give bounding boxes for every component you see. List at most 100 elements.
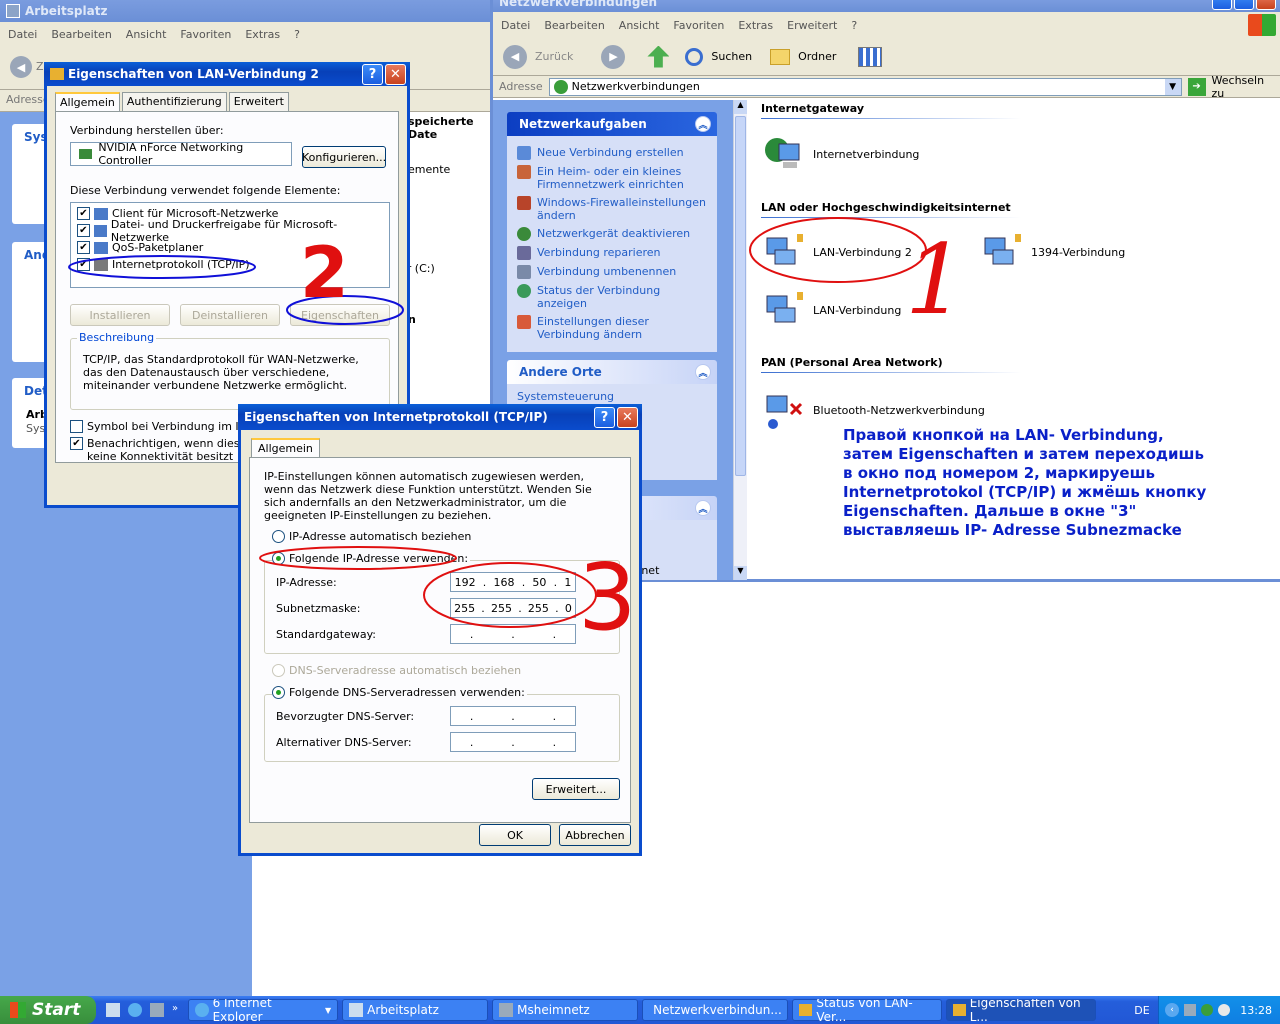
radio[interactable] [272, 530, 285, 543]
menu-help[interactable]: ? [851, 19, 857, 32]
task-disable-device[interactable]: Netzwerkgerät deaktivieren [517, 227, 709, 241]
search-button[interactable]: Suchen [711, 50, 752, 63]
scroll-up-icon[interactable]: ▲ [734, 100, 747, 114]
task-rename[interactable]: Verbindung umbenennen [517, 265, 709, 279]
panel-other-places-header[interactable]: Andere Orte ︽ [507, 360, 717, 384]
menu-ansicht[interactable]: Ansicht [126, 28, 167, 41]
scroll-thumb[interactable] [735, 116, 746, 476]
cancel-button[interactable]: Abbrechen [559, 824, 631, 846]
back-button[interactable]: Zurück [535, 50, 573, 63]
ie-icon[interactable] [128, 1003, 142, 1017]
tab-allgemein[interactable]: Allgemein [251, 438, 320, 457]
forward-arrow-icon[interactable]: ▶ [601, 44, 626, 69]
configure-button[interactable]: Konfigurieren... [302, 146, 386, 168]
radio[interactable] [272, 664, 285, 677]
close-icon[interactable]: ✕ [385, 63, 406, 85]
task-eigenschaften[interactable]: Eigenschaften von L... [946, 999, 1097, 1021]
place-link[interactable]: Systemsteuerung [517, 390, 614, 403]
lan-dialog-titlebar[interactable]: Eigenschaften von LAN-Verbindung 2 ? ✕ [44, 62, 410, 86]
task-status[interactable]: Status der Verbindung anzeigen [517, 284, 709, 310]
back-arrow-icon[interactable]: ◀ [10, 56, 32, 78]
task-status-lan[interactable]: Status von LAN-Ver... [792, 999, 943, 1021]
checkbox[interactable]: ✔ [77, 224, 90, 237]
tcpip-dialog-titlebar[interactable]: Eigenschaften von Internetprotokoll (TCP… [238, 404, 642, 430]
radio[interactable] [272, 686, 285, 699]
language-indicator[interactable]: DE [1126, 1004, 1158, 1017]
tab-authentifizierung[interactable]: Authentifizierung [121, 92, 227, 111]
maximize-icon[interactable] [1234, 0, 1254, 10]
netzwerk-titlebar[interactable]: Netzwerkverbindungen [493, 0, 1280, 12]
folder-up-icon[interactable] [647, 45, 670, 68]
auto-dns-option[interactable]: DNS-Serveradresse automatisch beziehen [272, 664, 521, 677]
menu-help[interactable]: ? [294, 28, 300, 41]
collapse-icon[interactable]: ︽ [695, 500, 711, 516]
task-new-connection[interactable]: Neue Verbindung erstellen [517, 146, 709, 160]
manual-dns-option[interactable]: Folgende DNS-Serveradressen verwenden: [272, 686, 527, 699]
menu-extras[interactable]: Extras [245, 28, 280, 41]
tab-erweitert[interactable]: Erweitert [228, 92, 289, 111]
search-icon[interactable] [685, 47, 704, 66]
preferred-dns-input[interactable]: ... [450, 706, 576, 726]
collapse-icon[interactable]: ︽ [695, 116, 711, 132]
go-button[interactable]: Wechseln zu [1212, 74, 1280, 100]
auto-ip-option[interactable]: IP-Adresse automatisch beziehen [272, 530, 471, 543]
views-icon[interactable] [858, 46, 883, 67]
checkbox[interactable]: ✔ [70, 437, 83, 450]
taskpane-scrollbar[interactable]: ▲ ▼ [733, 100, 747, 580]
menu-bearbeiten[interactable]: Bearbeiten [51, 28, 111, 41]
address-input[interactable]: Netzwerkverbindungen ▼ [548, 77, 1182, 96]
subnet-mask-input[interactable]: 255. 255. 255. 0 [450, 598, 576, 618]
advanced-button[interactable]: Erweitert... [532, 778, 620, 800]
install-button[interactable]: Installieren [70, 304, 170, 326]
task-netzwerkverbindungen[interactable]: Netzwerkverbindun... [642, 999, 789, 1021]
minimize-icon[interactable] [1212, 0, 1232, 10]
help-icon[interactable]: ? [594, 406, 615, 428]
item-bluetooth[interactable]: Bluetooth-Netzwerkverbindung [763, 390, 985, 430]
menu-favoriten[interactable]: Favoriten [180, 28, 231, 41]
back-arrow-icon[interactable]: ◀ [503, 44, 527, 69]
item-internet-connection[interactable]: Internetverbindung [763, 134, 919, 174]
tab-allgemein[interactable]: Allgemein [55, 92, 120, 111]
close-icon[interactable]: ✕ [617, 406, 638, 428]
chevron-left-icon[interactable]: ‹ [1165, 1003, 1179, 1017]
folder-icon[interactable] [770, 48, 791, 65]
start-button[interactable]: Start [0, 996, 96, 1024]
task-msheimnetz[interactable]: Msheimnetz [492, 999, 639, 1021]
notify-option[interactable]: ✔ Benachrichtigen, wenn diese Ve keine Kon… [70, 437, 263, 463]
desktop-icon[interactable] [106, 1003, 120, 1017]
task-arbeitsplatz[interactable]: Arbeitsplatz [342, 999, 489, 1021]
ok-button[interactable]: OK [479, 824, 551, 846]
task-internet-explorer[interactable]: 6 Internet Explorer ▼ [188, 999, 339, 1021]
help-icon[interactable]: ? [362, 63, 383, 85]
network-icon[interactable] [150, 1003, 164, 1017]
collapse-icon[interactable]: ︽ [695, 364, 711, 380]
network-tray-icon[interactable] [1184, 1004, 1196, 1016]
task-firewall[interactable]: Windows-Firewalleinstellungen ändern [517, 196, 709, 222]
item-lan-verbindung-2[interactable]: LAN-Verbindung 2 [763, 232, 912, 272]
menu-favoriten[interactable]: Favoriten [673, 19, 724, 32]
menu-extras[interactable]: Extras [738, 19, 773, 32]
uninstall-button[interactable]: Deinstallieren [180, 304, 280, 326]
menu-erweitert[interactable]: Erweitert [787, 19, 837, 32]
alternate-dns-input[interactable]: ... [450, 732, 576, 752]
radio[interactable] [272, 552, 285, 565]
manual-ip-option[interactable]: Folgende IP-Adresse verwenden: [272, 552, 471, 565]
clock[interactable]: 13:28 [1240, 1004, 1272, 1017]
item-lan-verbindung[interactable]: LAN-Verbindung [763, 290, 901, 330]
arbeitsplatz-titlebar[interactable]: Arbeitsplatz [0, 0, 490, 22]
ip-address-input[interactable]: 192. 168. 50. 1 [450, 572, 576, 592]
app-tray-icon[interactable] [1218, 1004, 1230, 1016]
task-settings[interactable]: Einstellungen dieser Verbindung ändern [517, 315, 709, 341]
close-icon[interactable] [1256, 0, 1276, 10]
checkbox[interactable]: ✔ [77, 207, 90, 220]
task-repair[interactable]: Verbindung reparieren [517, 246, 709, 260]
checkbox[interactable] [70, 420, 83, 433]
security-tray-icon[interactable] [1201, 1004, 1213, 1016]
go-arrow-icon[interactable]: ➔ [1187, 77, 1206, 96]
checkbox[interactable]: ✔ [77, 241, 90, 254]
chevron-right-icon[interactable]: » [172, 1003, 178, 1017]
menu-ansicht[interactable]: Ansicht [619, 19, 660, 32]
panel-network-tasks-header[interactable]: Netzwerkaufgaben ︽ [507, 112, 717, 136]
menu-datei[interactable]: Datei [501, 19, 530, 32]
gateway-input[interactable]: ... [450, 624, 576, 644]
